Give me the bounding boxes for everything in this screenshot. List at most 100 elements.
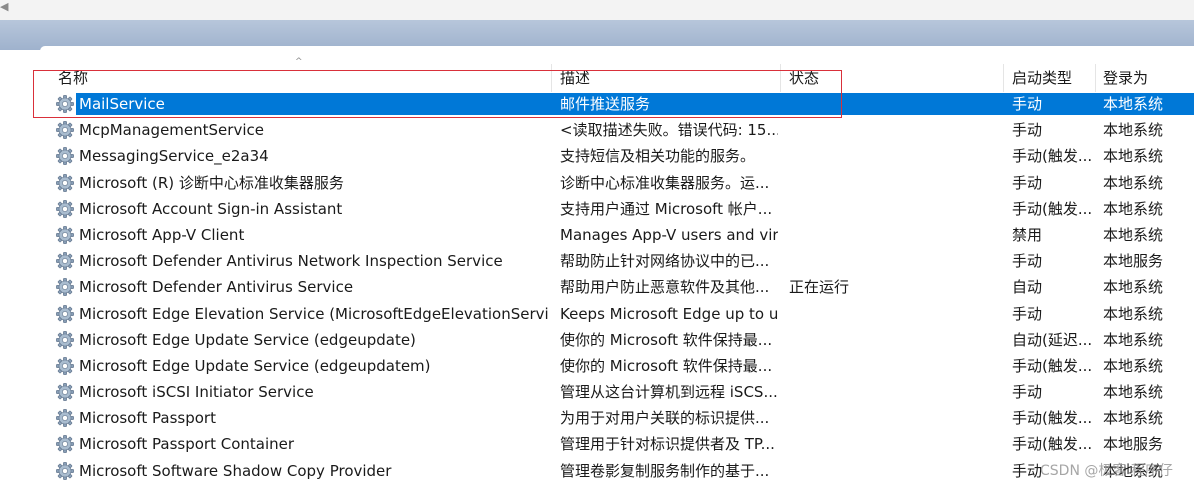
table-row[interactable]: Microsoft Passport 为用于对用户关联的标识提供... 手动(触…	[0, 405, 1194, 431]
column-header-description[interactable]: 描述	[560, 64, 590, 92]
service-description: 为用于对用户关联的标识提供...	[560, 409, 770, 428]
gear-icon	[56, 173, 74, 192]
service-name: Microsoft Software Shadow Copy Provider	[79, 461, 392, 480]
service-name: Microsoft Defender Antivirus Service	[79, 278, 354, 297]
service-description: 管理卷影复制服务制作的基于...	[560, 461, 770, 480]
table-row[interactable]: MessagingService_e2a34 支持短信及相关功能的服务。 手动(…	[0, 143, 1194, 169]
gear-icon	[56, 461, 74, 480]
service-status	[789, 353, 999, 379]
service-description: 诊断中心标准收集器服务。运...	[560, 173, 770, 192]
column-header: 名称 描述 状态 启动类型 登录为	[0, 64, 1194, 92]
column-header-status[interactable]: 状态	[789, 64, 819, 92]
service-name: Microsoft Edge Elevation Service (Micros…	[79, 304, 549, 323]
gear-icon	[56, 147, 74, 166]
service-description: 邮件推送服务	[560, 95, 651, 113]
service-description: 帮助防止针对网络协议中的已...	[560, 252, 770, 271]
column-header-startup-type[interactable]: 启动类型	[1012, 64, 1072, 92]
gear-icon	[56, 409, 74, 428]
table-row[interactable]: Microsoft Edge Update Service (edgeupdat…	[0, 327, 1194, 353]
service-status	[789, 117, 999, 143]
service-name: Microsoft Edge Update Service (edgeupdat…	[79, 330, 416, 349]
service-startup-type: 手动	[1012, 383, 1043, 402]
gear-icon	[56, 356, 74, 375]
service-startup-type: 手动(触发...	[1012, 199, 1093, 218]
service-startup-type: 手动(触发...	[1012, 147, 1093, 166]
table-row[interactable]: Microsoft Edge Update Service (edgeupdat…	[0, 353, 1194, 379]
table-row[interactable]: Microsoft Defender Antivirus Network Ins…	[0, 248, 1194, 274]
service-name: Microsoft App-V Client	[79, 225, 245, 244]
service-logon-as: 本地系统	[1103, 173, 1164, 192]
table-row[interactable]: Microsoft Account Sign-in Assistant 支持用户…	[0, 196, 1194, 222]
service-logon-as: 本地系统	[1103, 304, 1164, 323]
column-header-logon-as[interactable]: 登录为	[1103, 64, 1148, 92]
service-status	[789, 143, 999, 169]
column-header-name[interactable]: 名称	[58, 64, 88, 92]
column-divider[interactable]	[1003, 64, 1004, 92]
table-row[interactable]: Microsoft Defender Antivirus Service 帮助用…	[0, 274, 1194, 300]
service-logon-as: 本地服务	[1103, 252, 1164, 271]
service-startup-type: 手动(触发...	[1012, 409, 1093, 428]
service-description: 管理用于针对标识提供者及 TP...	[560, 435, 775, 454]
service-name: Microsoft Defender Antivirus Network Ins…	[79, 252, 503, 271]
column-divider[interactable]	[1095, 64, 1096, 92]
table-row[interactable]: McpManagementService <读取描述失败。错误代码: 15...…	[0, 117, 1194, 143]
gear-icon	[56, 199, 74, 218]
service-startup-type: 手动(触发...	[1012, 435, 1093, 454]
service-description: 使你的 Microsoft 软件保持最...	[560, 330, 773, 349]
service-logon-as: 本地系统	[1103, 356, 1164, 375]
service-name: MessagingService_e2a34	[79, 147, 269, 166]
table-row[interactable]: Microsoft App-V Client Manages App-V use…	[0, 222, 1194, 248]
gear-icon	[56, 121, 74, 140]
service-status	[789, 222, 999, 248]
service-startup-type: 自动(延迟...	[1012, 330, 1093, 349]
service-status	[789, 170, 999, 196]
service-status	[789, 248, 999, 274]
gear-icon	[56, 226, 74, 244]
service-status	[789, 405, 999, 431]
service-name: MailService	[79, 95, 165, 113]
service-startup-type: 自动	[1012, 278, 1043, 297]
service-status	[789, 327, 999, 353]
service-logon-as: 本地系统	[1103, 330, 1164, 349]
service-name: Microsoft (R) 诊断中心标准收集器服务	[79, 173, 344, 192]
service-name: Microsoft Edge Update Service (edgeupdat…	[79, 356, 431, 375]
service-name: Microsoft iSCSI Initiator Service	[79, 383, 314, 402]
service-logon-as: 本地系统	[1103, 199, 1164, 218]
service-startup-type: 手动	[1012, 95, 1043, 113]
watermark: CSDN @极客 程序仔	[1040, 463, 1173, 479]
table-row[interactable]: MailService 邮件推送服务 手动 本地系统	[0, 91, 1194, 117]
service-description: 支持用户通过 Microsoft 帐户...	[560, 199, 773, 218]
service-logon-as: 本地系统	[1103, 409, 1164, 428]
table-row[interactable]: Microsoft Passport Container 管理用于针对标识提供者…	[0, 431, 1194, 457]
service-description: 帮助用户防止恶意软件及其他...	[560, 278, 770, 297]
left-arrow-icon[interactable]: ◀	[0, 1, 10, 13]
table-row[interactable]: Microsoft iSCSI Initiator Service 管理从这台计…	[0, 379, 1194, 405]
services-table-body: MailService 邮件推送服务 手动 本地系统 McpManagement…	[0, 91, 1194, 484]
service-name: Microsoft Account Sign-in Assistant	[79, 199, 343, 218]
column-divider[interactable]	[551, 64, 552, 92]
service-startup-type: 手动	[1012, 252, 1043, 271]
service-name: Microsoft Passport Container	[79, 435, 295, 454]
service-logon-as: 本地系统	[1103, 278, 1164, 297]
service-logon-as: 本地系统	[1103, 225, 1164, 244]
service-description: <读取描述失败。错误代码: 15...	[560, 121, 778, 140]
table-row[interactable]: Microsoft (R) 诊断中心标准收集器服务 诊断中心标准收集器服务。运.…	[0, 170, 1194, 196]
service-logon-as: 本地系统	[1103, 121, 1164, 140]
service-description: Keeps Microsoft Edge up to u...	[560, 304, 778, 323]
table-row[interactable]: Microsoft Edge Elevation Service (Micros…	[0, 301, 1194, 327]
table-row[interactable]: Microsoft Software Shadow Copy Provider …	[0, 458, 1194, 484]
service-status	[789, 301, 999, 327]
service-startup-type: 禁用	[1012, 225, 1043, 244]
service-startup-type: 手动	[1012, 304, 1043, 323]
gear-icon	[56, 252, 74, 271]
toolbar-strip: ◀	[0, 0, 1194, 20]
service-startup-type: 手动	[1012, 121, 1043, 140]
service-logon-as: 本地系统	[1103, 147, 1164, 166]
service-logon-as: 本地系统	[1103, 383, 1164, 402]
gear-icon	[56, 95, 74, 113]
service-status	[789, 379, 999, 405]
service-startup-type: 手动	[1012, 173, 1043, 192]
column-divider[interactable]	[780, 64, 781, 92]
gear-icon	[56, 330, 74, 349]
service-name: Microsoft Passport	[79, 409, 216, 428]
